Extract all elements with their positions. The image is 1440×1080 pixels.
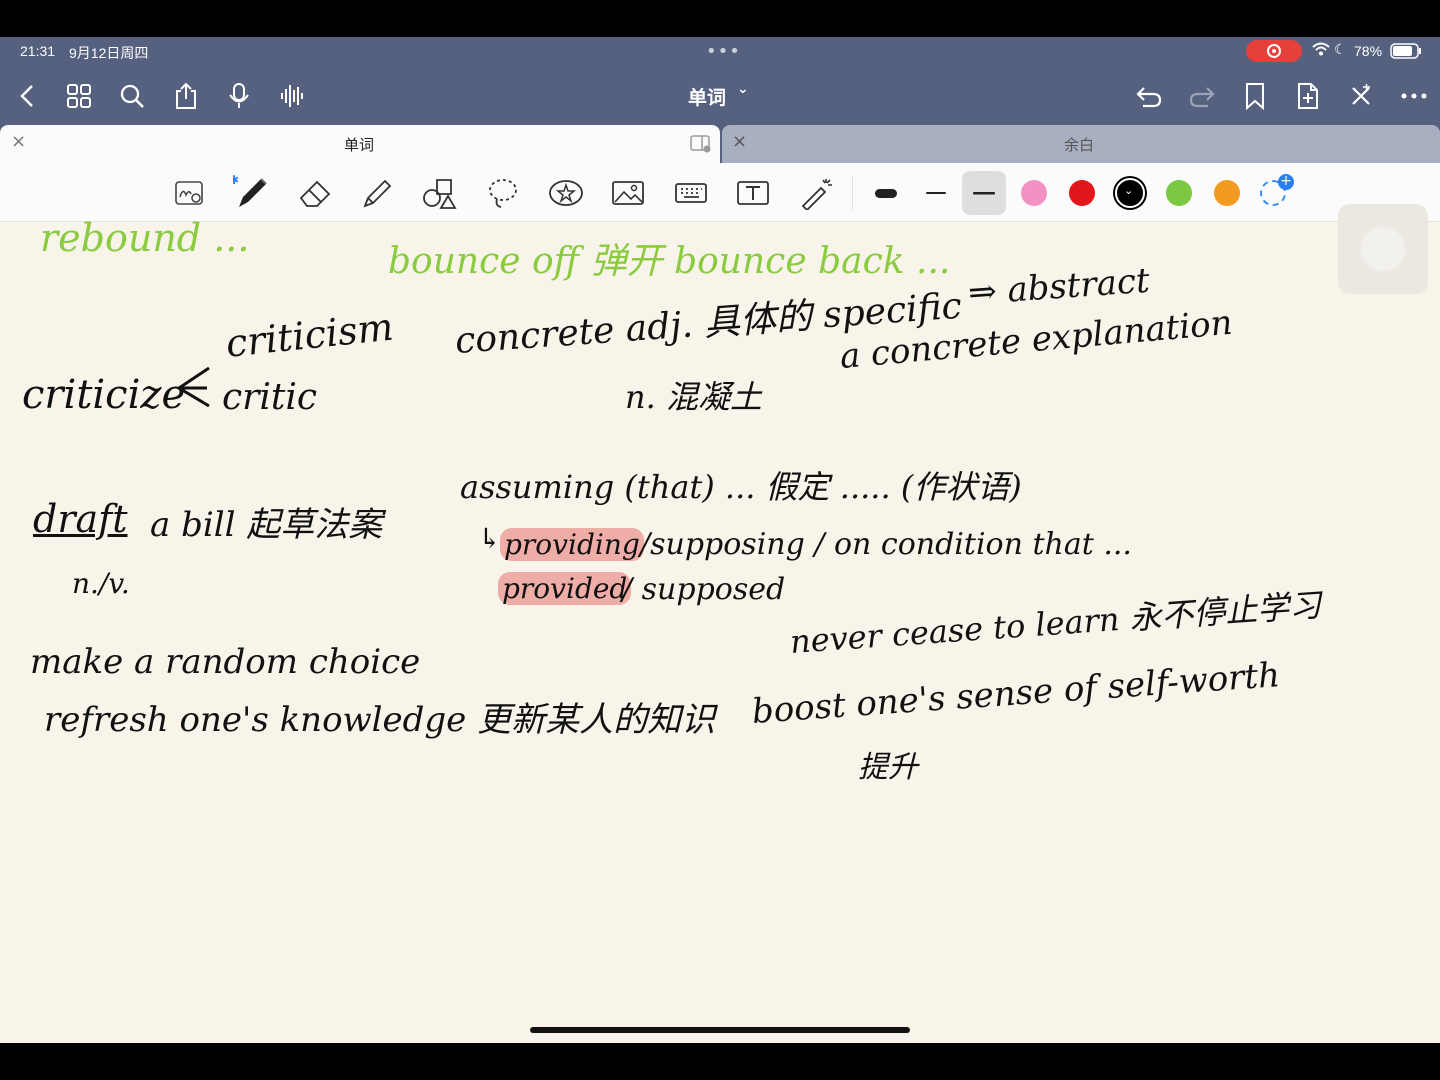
keyboard-icon[interactable] [673,175,709,211]
thin-stroke-icon[interactable] [918,175,954,211]
tab-label: 余白 [1064,136,1095,154]
wifi-icon [1312,42,1330,59]
moon-icon: ☾ [1334,41,1347,57]
tab-inactive[interactable]: × 余白 [722,125,1440,163]
close-edit-icon[interactable] [1346,81,1376,111]
color-black-swatch-selected[interactable]: ⌄ [1115,178,1145,208]
note-canvas[interactable]: rebound ... bounce off 弹开 bounce back ..… [0,216,1440,1043]
note-text: bounce off 弹开 bounce back ... [388,241,951,282]
laser-pointer-icon[interactable] [799,175,835,211]
pen-icon[interactable]: ✱ [233,175,269,211]
note-text: criticism [223,304,396,366]
sticker-icon[interactable] [547,175,583,211]
note-text: 提升 [858,750,918,785]
screen: 21:31 9月12日周四 ••• ☾ 78% 单词 ⌄ × 单词 × 余白 ✱… [0,37,1440,1043]
note-text: a bill 起草法案 [150,505,383,545]
app-header: 21:31 9月12日周四 ••• ☾ 78% 单词 ⌄ [0,37,1440,125]
back-icon[interactable] [12,81,42,111]
image-icon[interactable] [610,175,646,211]
tab-active[interactable]: × 单词 [0,125,720,163]
svg-text:✱: ✱ [233,175,239,187]
home-indicator[interactable] [530,1027,910,1033]
color-orange-swatch[interactable] [1214,180,1240,206]
note-text: /supposing / on condition that ... [640,527,1132,562]
note-text: n./v. [72,567,130,600]
note-text: n. 混凝土 [625,378,762,416]
screen-recording-icon[interactable] [1246,40,1302,62]
note-text: ↳ [478,522,502,555]
add-color-icon[interactable]: + [1260,174,1294,206]
note-highlight: provided [498,572,632,605]
bookmark-icon[interactable] [1240,81,1270,111]
lasso-icon[interactable] [485,175,521,211]
highlighter-icon[interactable] [359,175,395,211]
document-title[interactable]: 单词 [688,83,726,110]
note-text: / supposed [622,572,786,607]
floating-assistive-button[interactable] [1338,204,1428,294]
note-highlight: providing [500,528,644,561]
undo-icon[interactable] [1134,81,1164,111]
title-chevron-icon[interactable]: ⌄ [737,81,749,97]
thick-stroke-icon[interactable] [868,175,904,211]
audio-waveform-icon[interactable] [277,81,307,111]
battery-percent: 78% [1354,43,1383,59]
search-icon[interactable] [117,81,147,111]
note-text: boost one's sense of self-worth [750,655,1282,732]
share-icon[interactable] [171,81,201,111]
grid-view-icon[interactable] [64,81,94,111]
note-text: draft [33,497,128,541]
more-options-icon[interactable] [1399,81,1429,111]
note-text: criticize [22,372,186,418]
chevron-down-icon: ⌄ [1124,184,1134,197]
status-time: 21:31 [20,43,56,59]
add-page-icon[interactable] [1293,81,1323,111]
note-text: assuming (that) ... 假定 ..... (作状语) [460,468,1022,506]
note-text: rebound ... [40,216,250,260]
split-view-icon[interactable] [690,135,712,157]
redo-icon[interactable] [1187,81,1217,111]
note-text: refresh one's knowledge 更新某人的知识 [44,700,716,740]
branch-mark [176,366,210,408]
note-text: make a random choice [30,642,421,682]
note-text: ⇒ abstract [966,260,1151,314]
status-date: 9月12日周四 [69,45,149,61]
zoom-handwriting-icon[interactable] [172,175,208,211]
multitask-dots-icon[interactable]: ••• [706,41,741,62]
tab-bar: × 单词 × 余白 [0,125,1440,163]
note-text: critic [222,377,318,418]
drawing-toolbar: ✱ ⌄ + [0,163,1440,222]
battery-icon [1390,43,1422,62]
color-green-swatch[interactable] [1166,180,1192,206]
medium-stroke-icon[interactable] [962,171,1006,215]
color-red-swatch[interactable] [1069,180,1095,206]
text-box-icon[interactable] [735,175,771,211]
color-pink-swatch[interactable] [1021,180,1047,206]
note-text: never cease to learn 永不停止学习 [788,585,1323,661]
tab-close-icon[interactable]: × [732,131,747,152]
eraser-icon[interactable] [297,175,333,211]
shapes-icon[interactable] [421,175,457,211]
tab-close-icon[interactable]: × [11,131,26,152]
microphone-icon[interactable] [224,81,254,111]
tab-label: 单词 [344,136,375,154]
